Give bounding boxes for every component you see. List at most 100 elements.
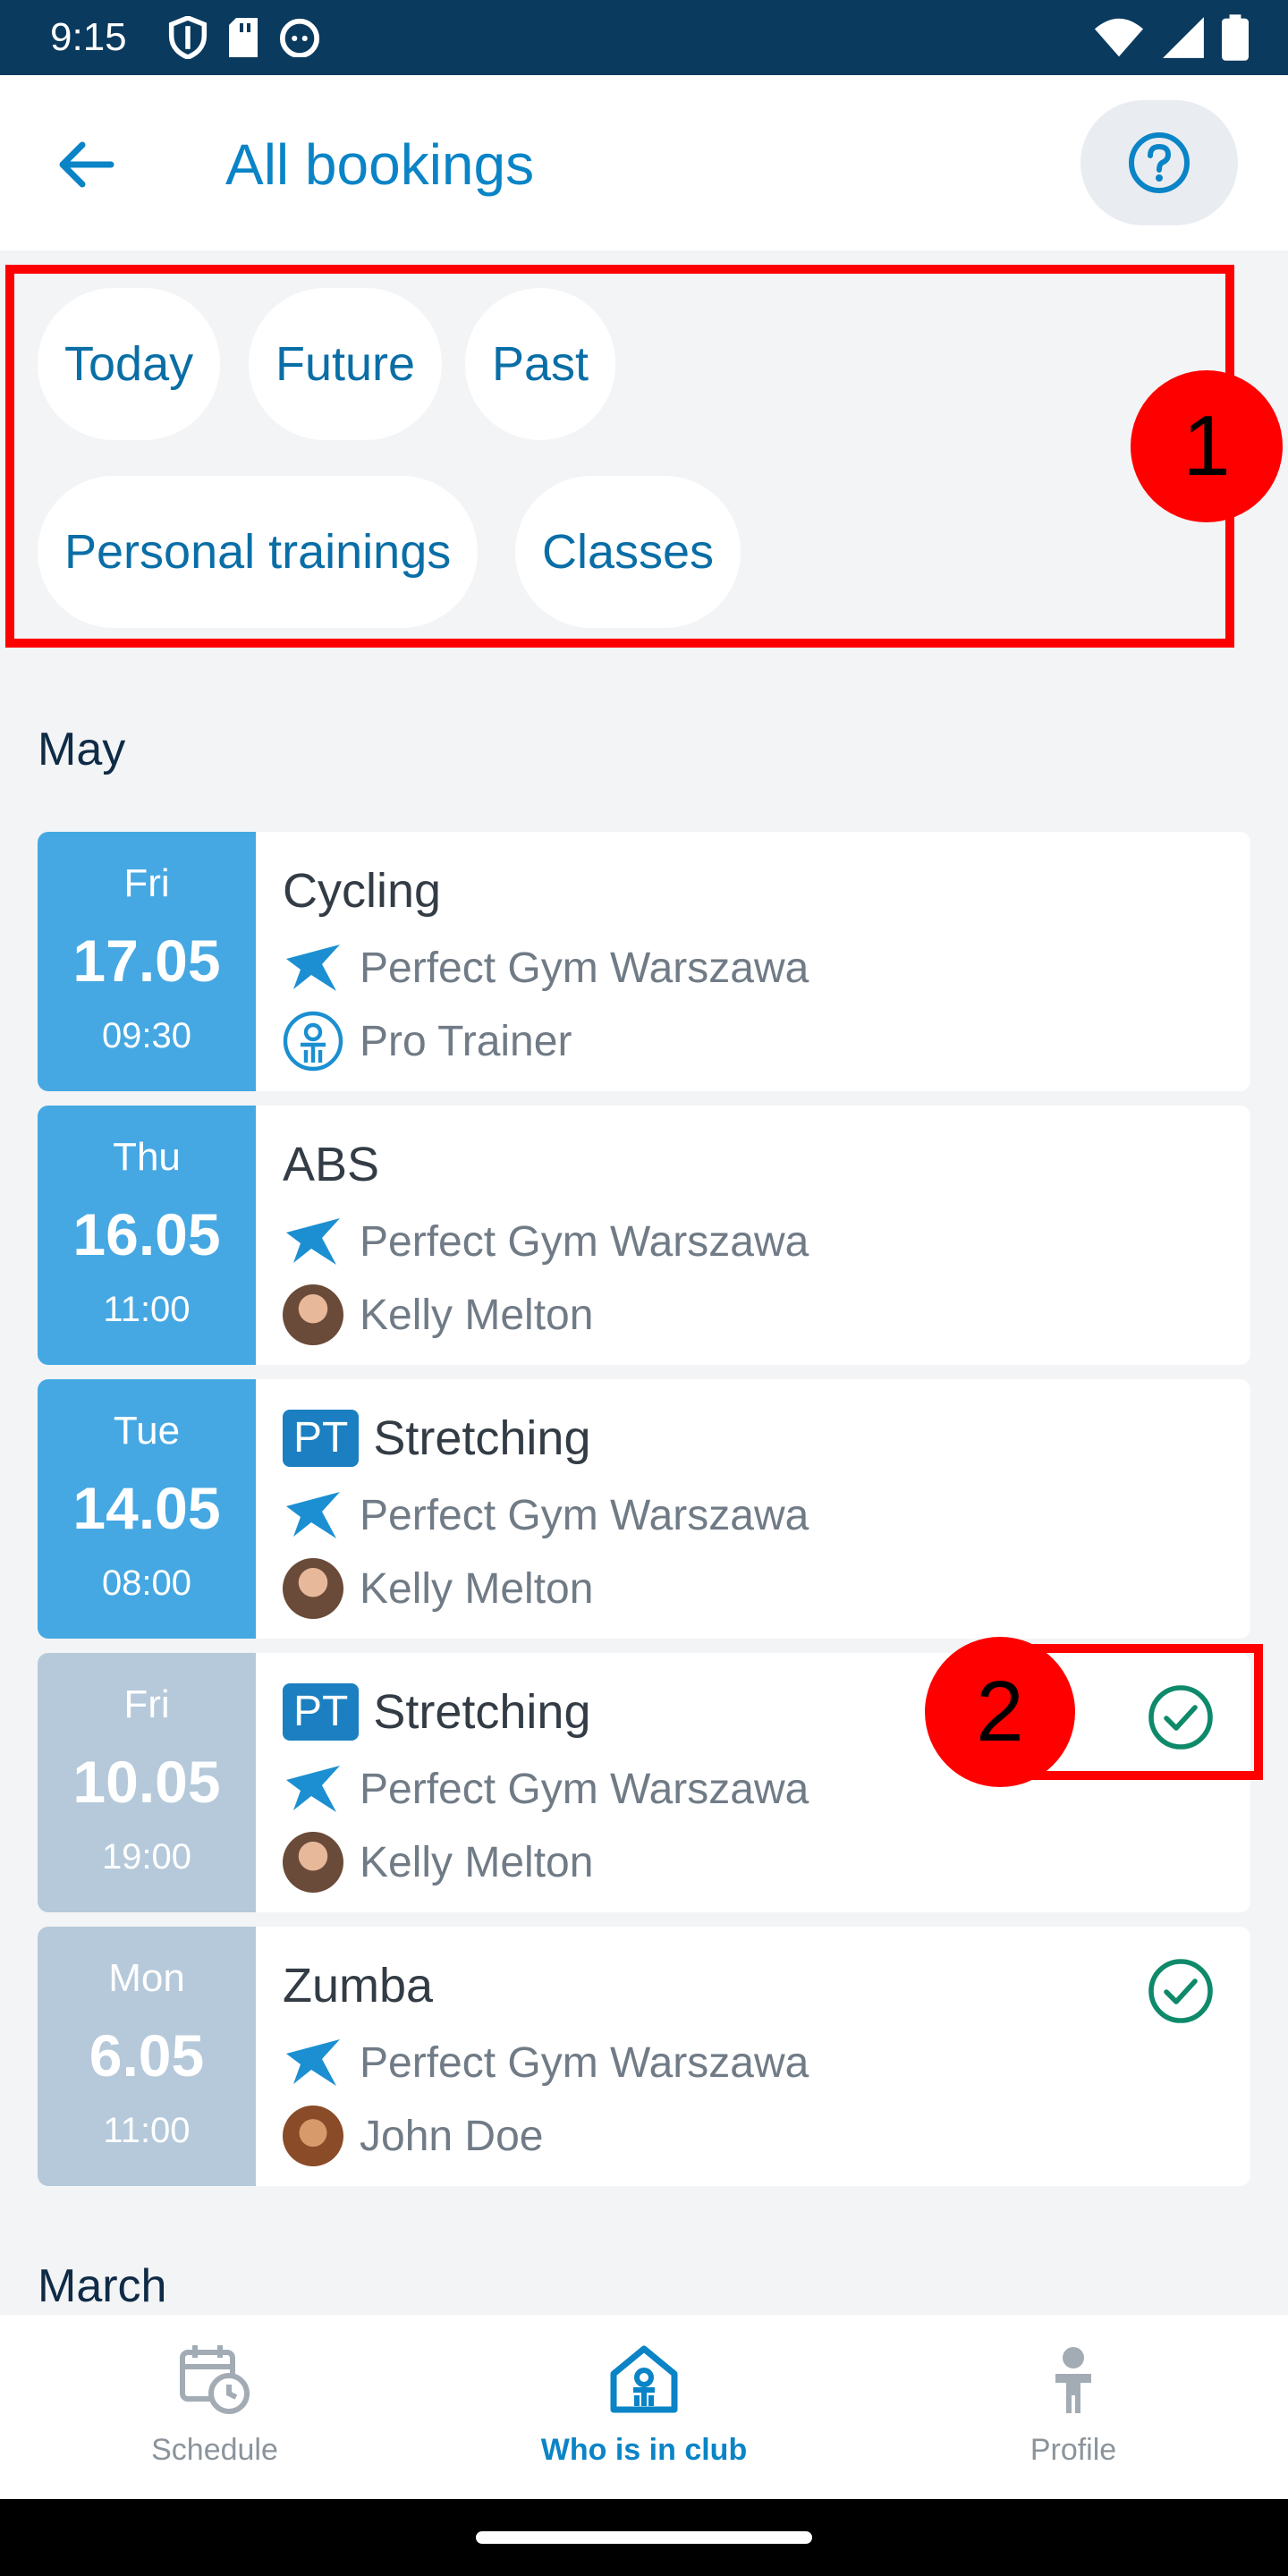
booking-title-text: Cycling [283,864,442,918]
booking-weekday: Tue [113,1409,181,1453]
booking-club: Perfect Gym Warszawa [283,941,809,995]
booking-club-name: Perfect Gym Warszawa [360,944,809,992]
pt-badge: PT [283,1410,360,1467]
booking-title: ABS [283,1132,379,1197]
trainer-icon [283,1011,343,1072]
date-block: Thu 16.05 11:00 [38,1106,256,1365]
booking-time: 09:30 [101,1016,192,1055]
booking-club: Perfect Gym Warszawa [283,1488,809,1542]
booking-weekday: Thu [113,1135,181,1179]
help-button[interactable] [1080,100,1238,225]
booking-time: 19:00 [101,1837,192,1877]
help-icon [1129,132,1190,193]
booking-trainer: Kelly Melton [283,1284,593,1345]
month-heading: May [38,724,126,775]
month-heading: March [38,2260,167,2312]
battery-icon [1222,14,1249,61]
booking-date: 6.05 [89,2022,205,2089]
booking-title-text: Zumba [283,1959,434,2012]
booking-club: Perfect Gym Warszawa [283,2036,809,2089]
nav-label: Profile [1030,2433,1117,2467]
check-circle-icon [1148,1959,1213,2023]
nav-label: Schedule [151,2433,278,2467]
annotation-marker-1: 1 [1131,370,1283,522]
club-star-icon [286,945,340,991]
booking-title-text: Stretching [373,1685,591,1739]
booking-club-name: Perfect Gym Warszawa [360,1765,809,1813]
booking-club: Perfect Gym Warszawa [283,1762,809,1816]
status-left-icons [168,16,320,59]
cat-face-icon [279,18,320,57]
booking-club-name: Perfect Gym Warszawa [360,1491,809,1539]
avatar [283,2106,343,2166]
booking-title: Zumba [283,1953,433,2018]
booking-trainer: John Doe [283,2106,543,2166]
avatar [283,1284,343,1345]
booking-card[interactable]: Thu 16.05 11:00 ABS Perfect Gym Warszawa… [38,1106,1250,1365]
nav-item-schedule[interactable]: Schedule [0,2315,429,2499]
nav-item-profile[interactable]: Profile [859,2315,1288,2499]
avatar [283,1832,343,1893]
arrow-left-icon [59,141,114,188]
booking-title: Cycling [283,859,441,923]
schedule-icon [180,2345,250,2414]
bottom-navigation: Schedule Who is in club Profile [0,2315,1288,2499]
club-icon [610,2345,678,2413]
booking-club-name: Perfect Gym Warszawa [360,2038,809,2087]
booking-title: PT Stretching [283,1406,590,1470]
shield-icon [168,16,208,59]
booking-date: 16.05 [72,1201,221,1267]
home-gesture-handle[interactable] [476,2531,812,2544]
club-star-icon [286,1766,340,1812]
status-time: 9:15 [50,15,127,59]
booking-trainer-name: John Doe [360,2112,544,2160]
date-block: Fri 10.05 19:00 [38,1653,256,1912]
pt-badge: PT [283,1683,360,1741]
booking-trainer: Kelly Melton [283,1558,593,1619]
signal-icon [1163,17,1204,58]
booking-trainer-name: Pro Trainer [360,1017,572,1065]
booking-weekday: Fri [123,1682,170,1726]
booking-time: 11:00 [103,1290,191,1329]
app-bar: All bookings [0,75,1288,250]
booking-title: PT Stretching [283,1680,590,1744]
booking-club: Perfect Gym Warszawa [283,1215,809,1268]
booking-card[interactable]: Mon 6.05 11:00 Zumba Perfect Gym Warszaw… [38,1927,1250,2186]
sd-card-icon [229,18,258,57]
nav-item-who-is-in-club[interactable]: Who is in club [429,2315,859,2499]
annotation-box-1 [5,265,1234,648]
annotation-marker-2: 2 [925,1637,1075,1787]
nav-label: Who is in club [540,2433,748,2467]
club-star-icon [286,1492,340,1538]
back-button[interactable] [50,129,122,200]
profile-icon [1055,2347,1091,2413]
club-star-icon [286,1218,340,1265]
booking-date: 17.05 [72,928,221,994]
date-block: Tue 14.05 08:00 [38,1379,256,1639]
status-bar: 9:15 [0,0,1288,75]
date-block: Fri 17.05 09:30 [38,832,256,1091]
booking-trainer-name: Kelly Melton [360,1564,594,1613]
date-block: Mon 6.05 11:00 [38,1927,256,2186]
avatar [283,1558,343,1619]
booking-trainer: Kelly Melton [283,1832,593,1893]
booking-time: 11:00 [103,2111,191,2150]
booking-title-text: ABS [283,1138,380,1191]
page-title: All bookings [225,132,535,197]
booking-date: 14.05 [72,1475,221,1541]
booking-card[interactable]: Tue 14.05 08:00 PT Stretching Perfect Gy… [38,1379,1250,1639]
club-star-icon [286,2039,340,2086]
booking-weekday: Mon [108,1956,185,2000]
wifi-icon [1094,18,1144,57]
app-screen: 9:15 All bookings Today Future Past Pers… [0,0,1288,2576]
booking-date: 10.05 [72,1749,221,1815]
status-right-icons [1093,14,1249,61]
booking-card[interactable]: Fri 17.05 09:30 Cycling Perfect Gym Wars… [38,832,1250,1091]
booking-time: 08:00 [101,1563,192,1603]
booking-trainer-name: Kelly Melton [360,1291,594,1339]
booking-trainer-name: Kelly Melton [360,1838,594,1886]
booking-title-text: Stretching [373,1411,591,1465]
booking-weekday: Fri [123,861,170,905]
booking-club-name: Perfect Gym Warszawa [360,1217,809,1266]
gesture-bar [0,2499,1288,2576]
